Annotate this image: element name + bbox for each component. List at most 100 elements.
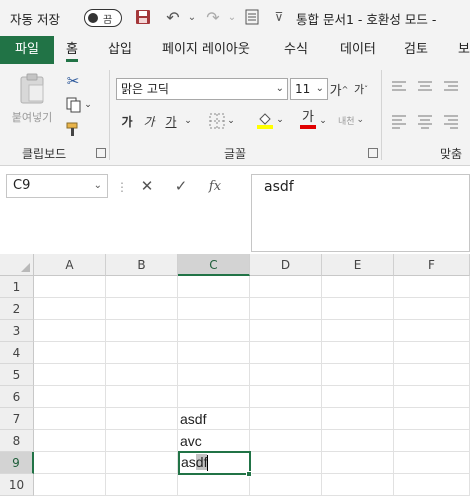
row-header-9[interactable]: 9: [0, 452, 34, 474]
cell-b3[interactable]: [106, 320, 178, 342]
cell-d4[interactable]: [250, 342, 322, 364]
autosave-toggle[interactable]: 끔: [84, 9, 122, 27]
name-box[interactable]: C9 ⌄: [6, 174, 108, 198]
cell-b10[interactable]: [106, 474, 178, 496]
cell-b4[interactable]: [106, 342, 178, 364]
cell-e7[interactable]: [322, 408, 394, 430]
cell-b6[interactable]: [106, 386, 178, 408]
cell-d10[interactable]: [250, 474, 322, 496]
cell-a9[interactable]: [34, 452, 106, 474]
cell-a3[interactable]: [34, 320, 106, 342]
fill-handle[interactable]: [246, 471, 252, 477]
cell-e9[interactable]: [322, 452, 394, 474]
horizontal-align-buttons[interactable]: [390, 110, 470, 132]
tab-formulas[interactable]: 수식: [284, 36, 308, 64]
shrink-font-button[interactable]: 가ˇ: [352, 78, 370, 100]
row-header-2[interactable]: 2: [0, 298, 34, 320]
cell-b2[interactable]: [106, 298, 178, 320]
cell-f3[interactable]: [394, 320, 470, 342]
row-header-6[interactable]: 6: [0, 386, 34, 408]
tab-insert[interactable]: 삽입: [108, 36, 132, 64]
row-header-4[interactable]: 4: [0, 342, 34, 364]
row-header-8[interactable]: 8: [0, 430, 34, 452]
font-size-select[interactable]: 11 ⌄: [290, 78, 328, 100]
column-header-a[interactable]: A: [34, 254, 106, 276]
form-button[interactable]: [242, 6, 262, 28]
cell-d3[interactable]: [250, 320, 322, 342]
cell-f8[interactable]: [394, 430, 470, 452]
copy-button[interactable]: ⌄: [62, 94, 96, 116]
font-color-dropdown[interactable]: ⌄: [318, 110, 328, 132]
tab-file[interactable]: 파일: [0, 36, 54, 64]
italic-button[interactable]: 가: [140, 110, 158, 132]
cell-e3[interactable]: [322, 320, 394, 342]
cell-b7[interactable]: [106, 408, 178, 430]
cell-e8[interactable]: [322, 430, 394, 452]
redo-button[interactable]: ↷: [202, 6, 224, 28]
tab-home[interactable]: 홈: [66, 36, 78, 64]
redo-dropdown[interactable]: ⌄: [226, 6, 238, 28]
font-launcher[interactable]: [368, 148, 378, 158]
cell-d7[interactable]: [250, 408, 322, 430]
cell-f6[interactable]: [394, 386, 470, 408]
tab-data[interactable]: 데이터: [340, 36, 376, 64]
column-header-d[interactable]: D: [250, 254, 322, 276]
enter-button[interactable]: ✓: [164, 177, 198, 195]
row-header-3[interactable]: 3: [0, 320, 34, 342]
row-header-7[interactable]: 7: [0, 408, 34, 430]
cell-c4[interactable]: [178, 342, 250, 364]
column-header-e[interactable]: E: [322, 254, 394, 276]
cell-e2[interactable]: [322, 298, 394, 320]
cell-d9[interactable]: [250, 452, 322, 474]
cell-f4[interactable]: [394, 342, 470, 364]
cell-c10[interactable]: [178, 474, 250, 496]
cell-d8[interactable]: [250, 430, 322, 452]
row-header-5[interactable]: 5: [0, 364, 34, 386]
cell-a8[interactable]: [34, 430, 106, 452]
cell-c2[interactable]: [178, 298, 250, 320]
cell-e1[interactable]: [322, 276, 394, 298]
column-header-c[interactable]: C: [178, 254, 250, 276]
cell-e5[interactable]: [322, 364, 394, 386]
undo-button[interactable]: ↶: [162, 6, 184, 28]
cell-a1[interactable]: [34, 276, 106, 298]
cell-e4[interactable]: [322, 342, 394, 364]
cell-a7[interactable]: [34, 408, 106, 430]
cell-c6[interactable]: [178, 386, 250, 408]
customize-toolbar-button[interactable]: ⊽: [270, 6, 288, 28]
formula-input[interactable]: asdf: [251, 174, 470, 252]
cell-c8[interactable]: avc: [178, 430, 250, 452]
cell-d2[interactable]: [250, 298, 322, 320]
tab-page-layout[interactable]: 페이지 레이아웃: [162, 36, 250, 64]
phonetic-button[interactable]: 내천 ⌄: [334, 108, 368, 132]
paste-button[interactable]: 붙여넣기: [10, 70, 54, 128]
cell-c5[interactable]: [178, 364, 250, 386]
tab-review[interactable]: 검토: [404, 36, 428, 64]
cell-c9[interactable]: asdf: [178, 451, 251, 475]
cell-c7[interactable]: asdf: [178, 408, 250, 430]
grow-font-button[interactable]: 가 ^: [330, 78, 349, 100]
cell-f10[interactable]: [394, 474, 470, 496]
insert-function-button[interactable]: fx: [198, 179, 232, 194]
row-header-10[interactable]: 10: [0, 474, 34, 496]
cell-b9[interactable]: [106, 452, 178, 474]
cell-c3[interactable]: [178, 320, 250, 342]
vertical-align-buttons[interactable]: [390, 76, 470, 98]
cell-a10[interactable]: [34, 474, 106, 496]
format-painter-button[interactable]: [62, 118, 84, 140]
cell-b5[interactable]: [106, 364, 178, 386]
select-all-button[interactable]: [0, 254, 34, 276]
cell-a2[interactable]: [34, 298, 106, 320]
cell-f2[interactable]: [394, 298, 470, 320]
cell-e6[interactable]: [322, 386, 394, 408]
cell-e10[interactable]: [322, 474, 394, 496]
cell-c1[interactable]: [178, 276, 250, 298]
bold-button[interactable]: 가: [118, 110, 136, 132]
tab-view[interactable]: 보: [458, 36, 470, 64]
cell-d6[interactable]: [250, 386, 322, 408]
cell-f1[interactable]: [394, 276, 470, 298]
cell-a4[interactable]: [34, 342, 106, 364]
row-header-1[interactable]: 1: [0, 276, 34, 298]
underline-button[interactable]: 가: [162, 110, 180, 132]
cancel-button[interactable]: ✕: [130, 177, 164, 195]
